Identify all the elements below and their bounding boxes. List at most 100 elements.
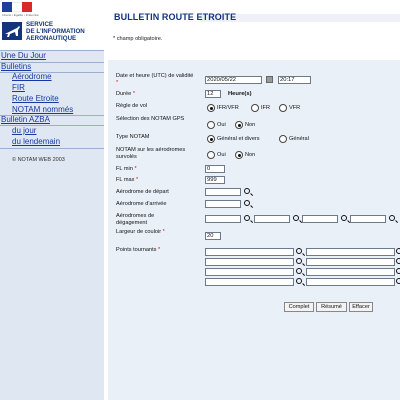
radio-overflown-oui[interactable] bbox=[207, 151, 215, 159]
waypoint-input[interactable] bbox=[205, 258, 294, 266]
radio-general-label: Général bbox=[289, 136, 309, 142]
sidebar: Liberté • Égalité • Fraternité SERVICE D… bbox=[0, 0, 104, 400]
nav-une-du-jour[interactable]: Une Du Jour bbox=[1, 51, 46, 61]
radio-overflown-non[interactable] bbox=[235, 151, 243, 159]
date-input[interactable]: 2020/05/22 bbox=[205, 76, 262, 84]
fl-max-label: FL max * bbox=[116, 177, 138, 184]
nav-route-etroite[interactable]: Route Etroite bbox=[12, 94, 59, 104]
radio-gps-oui-label: Oui bbox=[217, 122, 226, 128]
search-icon[interactable] bbox=[389, 215, 395, 221]
alternate-input-3[interactable] bbox=[302, 215, 338, 223]
datetime-label-text: Date et heure (UTC) de validité bbox=[116, 73, 194, 79]
radio-general[interactable] bbox=[279, 135, 287, 143]
nav-bulletins[interactable]: Bulletins bbox=[1, 62, 31, 72]
departure-input[interactable] bbox=[205, 188, 241, 196]
radio-general-divers[interactable] bbox=[207, 135, 215, 143]
search-icon[interactable] bbox=[296, 278, 302, 284]
alternate-label: Aérodromes de dégagement bbox=[116, 213, 155, 226]
alternate-input-2[interactable] bbox=[254, 215, 290, 223]
waypoint-input[interactable] bbox=[306, 258, 395, 266]
search-icon[interactable] bbox=[396, 258, 400, 264]
fl-max-input[interactable]: 999 bbox=[205, 176, 225, 184]
radio-ifr[interactable] bbox=[251, 104, 259, 112]
flight-rule-label: Règle de vol bbox=[116, 103, 148, 109]
fl-min-label-text: FL min bbox=[116, 166, 133, 172]
airplane-icon bbox=[2, 22, 22, 40]
french-flag-icon bbox=[2, 2, 32, 12]
alternate-input-1[interactable] bbox=[205, 215, 241, 223]
search-icon[interactable] bbox=[244, 215, 250, 221]
departure-label: Aérodrome de départ bbox=[116, 189, 169, 195]
nav-notam-nommes[interactable]: NOTAM nommés bbox=[12, 105, 73, 115]
fl-min-input[interactable]: 0 bbox=[205, 165, 225, 173]
fl-min-label: FL min * bbox=[116, 166, 137, 173]
search-icon[interactable] bbox=[296, 268, 302, 274]
waypoint-input[interactable] bbox=[306, 278, 395, 286]
waypoint-input[interactable] bbox=[306, 248, 395, 256]
waypoints-label: Points tournants * bbox=[116, 247, 160, 254]
logo-line-2: DE L'INFORMATION bbox=[26, 28, 85, 35]
arrival-label: Aérodrome d'arrivée bbox=[116, 201, 167, 207]
logo-line-3: AERONAUTIQUE bbox=[26, 35, 77, 42]
radio-general-divers-label: Général et divers bbox=[217, 136, 260, 142]
calendar-icon[interactable] bbox=[266, 76, 273, 83]
duration-unit: Heure(s) bbox=[228, 91, 252, 97]
alternate-input-4[interactable] bbox=[350, 215, 386, 223]
nav-azba-du-lendemain[interactable]: du lendemain bbox=[12, 137, 60, 147]
page-title: BULLETIN ROUTE ETROITE bbox=[114, 12, 237, 22]
waypoint-input[interactable] bbox=[205, 248, 294, 256]
search-icon[interactable] bbox=[296, 258, 302, 264]
search-icon[interactable] bbox=[244, 200, 250, 206]
corridor-label-text: Largeur de couloir bbox=[116, 229, 162, 235]
duration-label: Durée * bbox=[116, 91, 135, 98]
nav-divider bbox=[0, 148, 104, 149]
waypoint-input[interactable] bbox=[306, 268, 395, 276]
search-icon[interactable] bbox=[296, 248, 302, 254]
required-mark: * bbox=[136, 177, 139, 183]
nav-bulletin-azba[interactable]: Bulletin AZBA bbox=[1, 115, 50, 125]
overflown-label: NOTAM sur les aérodromes survolés bbox=[116, 147, 186, 160]
complete-button[interactable]: Complet bbox=[284, 302, 314, 312]
search-icon[interactable] bbox=[293, 215, 299, 221]
waypoints-label-text: Points tournants bbox=[116, 247, 157, 253]
waypoint-input[interactable] bbox=[205, 278, 294, 286]
duration-label-text: Durée bbox=[116, 91, 132, 97]
radio-overflown-non-label: Non bbox=[245, 152, 256, 158]
nav-fir[interactable]: FIR bbox=[12, 83, 25, 93]
radio-overflown-oui-label: Oui bbox=[217, 152, 226, 158]
required-note: * champ obligatoire. bbox=[113, 36, 163, 42]
nav-azba-du-jour[interactable]: du jour bbox=[12, 126, 36, 136]
search-icon[interactable] bbox=[396, 248, 400, 254]
arrival-input[interactable] bbox=[205, 200, 241, 208]
flag-caption: Liberté • Égalité • Fraternité bbox=[2, 13, 39, 17]
radio-ifr-vfr[interactable] bbox=[207, 104, 215, 112]
search-icon[interactable] bbox=[396, 268, 400, 274]
corridor-label: Largeur de couloir * bbox=[116, 229, 166, 236]
corridor-input[interactable]: 20 bbox=[205, 232, 221, 240]
summary-button[interactable]: Résumé bbox=[316, 302, 347, 312]
radio-vfr-label: VFR bbox=[289, 105, 301, 111]
required-mark: * bbox=[116, 79, 119, 86]
waypoint-input[interactable] bbox=[205, 268, 294, 276]
clear-button[interactable]: Effacer bbox=[349, 302, 373, 312]
logo-line-1: SERVICE bbox=[26, 21, 54, 28]
required-mark: * bbox=[134, 166, 137, 172]
duration-input[interactable]: 12 bbox=[205, 90, 221, 98]
search-icon[interactable] bbox=[341, 215, 347, 221]
radio-ifr-vfr-label: IFR/VFR bbox=[217, 105, 239, 111]
time-input[interactable]: 20:17 bbox=[278, 76, 311, 84]
gps-label: Sélection des NOTAM GPS bbox=[116, 116, 185, 122]
notam-type-label: Type NOTAM bbox=[116, 134, 150, 140]
required-mark: * bbox=[162, 229, 165, 235]
copyright: © NOTAM WEB 2003 bbox=[12, 157, 65, 163]
search-icon[interactable] bbox=[396, 278, 400, 284]
radio-ifr-label: IFR bbox=[261, 105, 271, 111]
sia-logo: Liberté • Égalité • Fraternité SERVICE D… bbox=[0, 0, 104, 50]
required-mark: * bbox=[158, 247, 161, 253]
radio-gps-oui[interactable] bbox=[207, 121, 215, 129]
search-icon[interactable] bbox=[244, 188, 250, 194]
radio-vfr[interactable] bbox=[279, 104, 287, 112]
radio-gps-non[interactable] bbox=[235, 121, 243, 129]
fl-max-label-text: FL max bbox=[116, 177, 135, 183]
nav-aerodrome[interactable]: Aérodrome bbox=[12, 72, 52, 82]
